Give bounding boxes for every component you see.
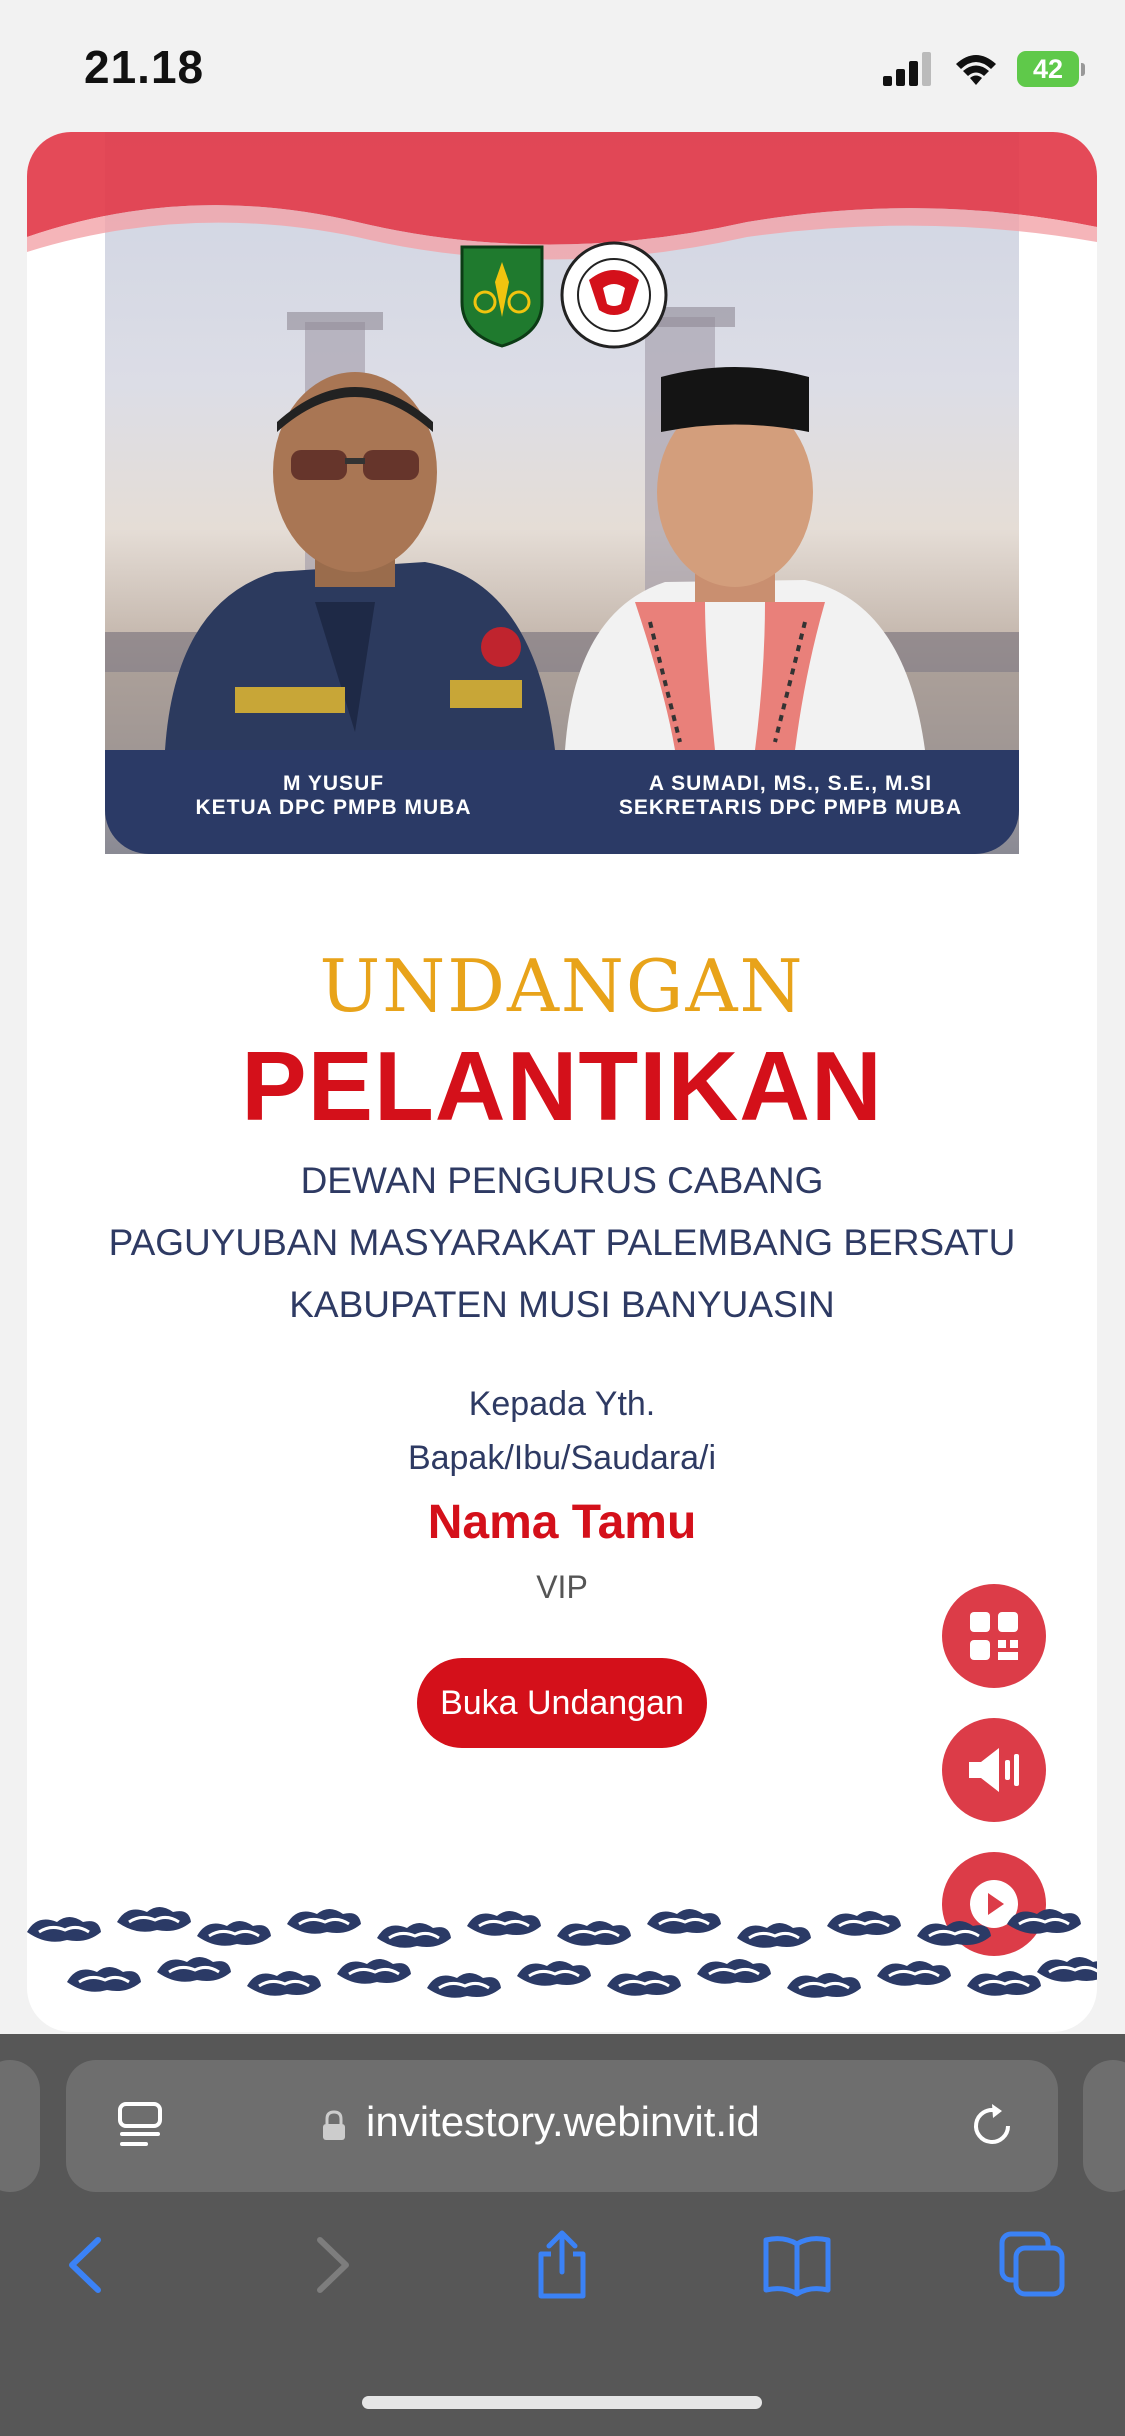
status-time: 21.18: [84, 41, 205, 93]
person-right-name: A SUMADI, MS., S.E., M.SI: [648, 772, 933, 795]
title-pelantikan: PELANTIKAN: [241, 1031, 883, 1141]
status-bar: 21.18 42: [0, 0, 1125, 130]
muba-regency-logo: [460, 245, 544, 348]
guest-category: VIP: [536, 1569, 588, 1605]
signal-icon: [883, 52, 931, 86]
org-line-1: DEWAN PENGURUS CABANG: [300, 1160, 824, 1201]
home-indicator[interactable]: [362, 2396, 762, 2409]
invitation-card: M YUSUF KETUA DPC PMPB MUBA A SUMADI, MS…: [27, 132, 1097, 2032]
qr-code-button[interactable]: [942, 1584, 1046, 1688]
url-text: invitestory.webinvit.id: [366, 2098, 760, 2145]
pmpb-logo: [560, 241, 668, 349]
person-left-role: KETUA DPC PMPB MUBA: [195, 796, 472, 819]
org-line-3: KABUPATEN MUSI BANYUASIN: [289, 1284, 835, 1325]
nameplate-banner: M YUSUF KETUA DPC PMPB MUBA A SUMADI, MS…: [105, 750, 1019, 854]
wifi-icon: [956, 55, 996, 85]
person-right-role: SEKRETARIS DPC PMPB MUBA: [618, 796, 963, 819]
qr-code-icon: [970, 1612, 1018, 1660]
open-invitation-button[interactable]: Buka Undangan: [417, 1658, 707, 1748]
title-undangan: UNDANGAN: [319, 944, 805, 1028]
bookmarks-icon[interactable]: [762, 2230, 832, 2300]
status-icons: 42: [883, 46, 1085, 92]
greeting-line-2: Bapak/Ibu/Saudara/i: [407, 1439, 717, 1477]
org-line-2: PAGUYUBAN MASYARAKAT PALEMBANG BERSATU: [108, 1222, 1016, 1263]
organization-name: DEWAN PENGURUS CABANG PAGUYUBAN MASYARAK…: [27, 1150, 1097, 1336]
previous-tab-peek[interactable]: [0, 2060, 40, 2192]
battery-indicator: 42: [1017, 51, 1085, 87]
reader-mode-icon[interactable]: [116, 2100, 166, 2152]
mega-mendung-pattern: [27, 1905, 1097, 2000]
lock-icon: [323, 2110, 345, 2140]
person-left-name: M YUSUF: [282, 772, 385, 795]
greeting-line-1: Kepada Yth.: [468, 1385, 656, 1423]
share-icon[interactable]: [527, 2230, 597, 2300]
person-left-caption: M YUSUF KETUA DPC PMPB MUBA: [105, 772, 562, 820]
guest-name: Nama Tamu: [427, 1496, 697, 1549]
back-icon[interactable]: [52, 2230, 122, 2300]
reload-icon[interactable]: [966, 2100, 1018, 2152]
address-bar[interactable]: invitestory.webinvit.id: [66, 2060, 1058, 2192]
browser-toolbar: invitestory.webinvit.id: [0, 2034, 1125, 2436]
tabs-icon[interactable]: [998, 2230, 1068, 2300]
greeting: Kepada Yth. Bapak/Ibu/Saudara/i: [27, 1377, 1097, 1485]
person-right-photo: [565, 367, 925, 750]
person-left-photo: [165, 372, 555, 750]
forward-icon[interactable]: [296, 2230, 366, 2300]
next-tab-peek[interactable]: [1083, 2060, 1125, 2192]
audio-toggle-button[interactable]: [942, 1718, 1046, 1822]
speaker-icon: [969, 1748, 1019, 1792]
person-right-caption: A SUMADI, MS., S.E., M.SI SEKRETARIS DPC…: [562, 772, 1019, 820]
